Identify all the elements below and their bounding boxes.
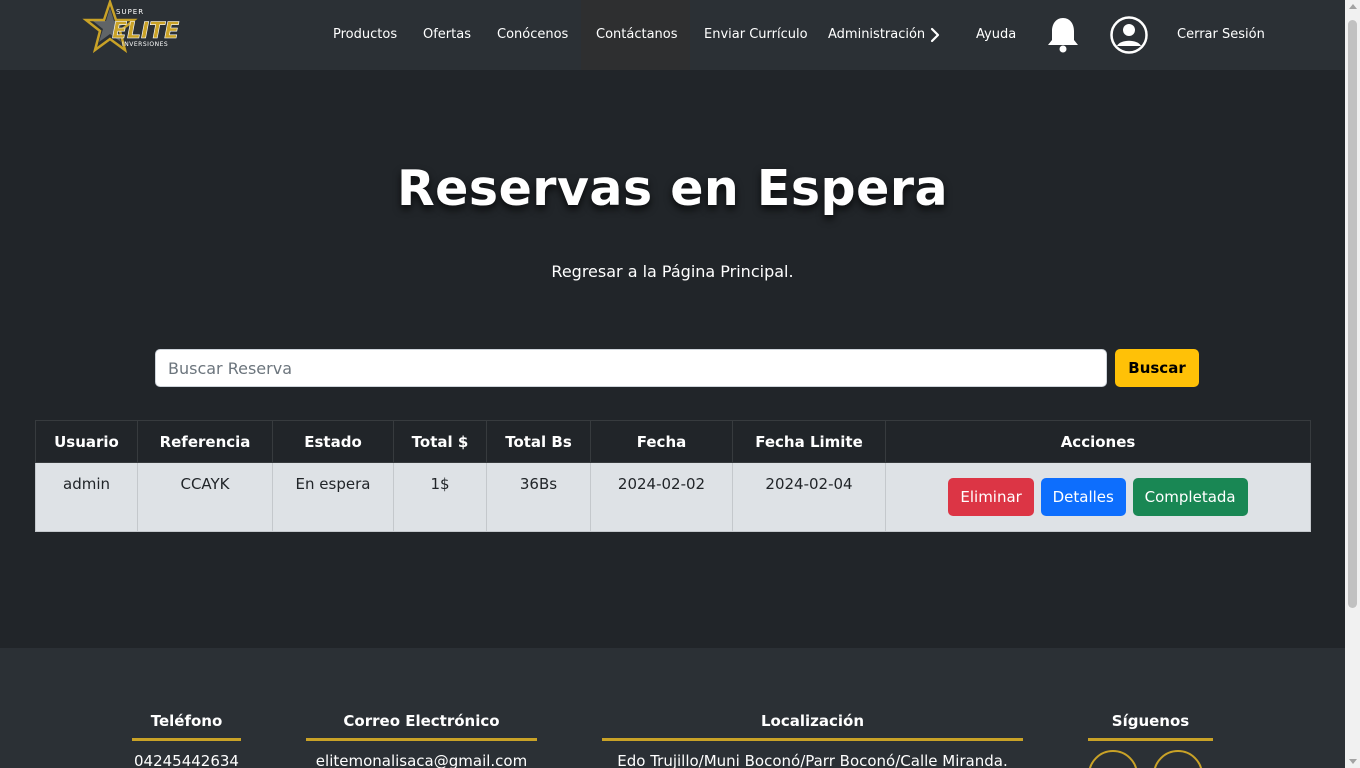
nav-contactanos[interactable]: Contáctanos	[581, 0, 690, 70]
col-acciones: Acciones	[885, 420, 1311, 463]
col-fecha: Fecha	[590, 420, 733, 463]
col-estado: Estado	[272, 420, 394, 463]
table-header-row: Usuario Referencia Estado Total $ Total …	[35, 420, 1311, 463]
footer-correo-heading: Correo Electrónico	[306, 709, 537, 741]
cell-acciones: Eliminar Detalles Completada	[885, 462, 1311, 532]
search-button[interactable]: Buscar	[1115, 349, 1199, 387]
nav-enviar-curriculo[interactable]: Enviar Currículo	[704, 0, 808, 70]
page-title: Reservas en Espera	[396, 160, 949, 217]
footer-localizacion-value: Edo Trujillo/Muni Boconó/Parr Boconó/Cal…	[617, 752, 1008, 768]
col-fecha-limite: Fecha Limite	[732, 420, 886, 463]
cell-usuario: admin	[35, 462, 138, 532]
instagram-icon[interactable]	[1153, 750, 1203, 768]
cell-referencia: CCAYK	[137, 462, 273, 532]
cell-total-bs: 36Bs	[486, 462, 591, 532]
footer-localizacion-heading: Localización	[602, 709, 1023, 741]
nav-cerrar-sesion[interactable]: Cerrar Sesión	[1177, 0, 1265, 70]
footer-telefono-heading: Teléfono	[132, 709, 241, 741]
cell-total-usd: 1$	[393, 462, 487, 532]
col-usuario: Usuario	[35, 420, 138, 463]
footer-correo-value[interactable]: elitemonalisaca@gmail.com	[306, 752, 537, 768]
navbar: SUPER ELITE INVERSIONES Productos Oferta…	[0, 0, 1345, 70]
svg-text:INVERSIONES: INVERSIONES	[122, 41, 168, 48]
table-row: admin CCAYK En espera 1$ 36Bs 2024-02-02…	[35, 462, 1311, 532]
page-scrollbar[interactable]	[1345, 0, 1360, 768]
nav-ayuda[interactable]: Ayuda	[976, 0, 1016, 70]
search-input[interactable]	[155, 349, 1107, 387]
scroll-down-arrow-icon[interactable]	[1349, 759, 1357, 764]
chevron-right-icon[interactable]	[928, 27, 942, 43]
footer-siguenos-heading: Síguenos	[1088, 709, 1213, 741]
scroll-thumb[interactable]	[1348, 20, 1357, 608]
brand-logo[interactable]: SUPER ELITE INVERSIONES	[72, 0, 204, 60]
cell-fecha: 2024-02-02	[590, 462, 733, 532]
detalles-button[interactable]: Detalles	[1040, 478, 1126, 516]
tiktok-icon[interactable]	[1088, 750, 1138, 768]
user-circle-icon[interactable]	[1109, 15, 1149, 55]
col-total-bs: Total Bs	[486, 420, 591, 463]
bell-icon[interactable]	[1045, 15, 1081, 55]
svg-text:SUPER: SUPER	[116, 8, 144, 16]
footer: Teléfono 04245442634 Correo Electrónico …	[0, 648, 1345, 768]
footer-telefono-value: 04245442634	[134, 752, 239, 768]
nav-conocenos[interactable]: Conócenos	[497, 0, 568, 70]
nav-ofertas[interactable]: Ofertas	[423, 0, 471, 70]
scroll-up-arrow-icon[interactable]	[1349, 4, 1357, 9]
back-to-home-link[interactable]: Regresar a la Página Principal.	[0, 262, 1345, 281]
nav-administracion[interactable]: Administración	[828, 0, 925, 70]
col-total-usd: Total $	[393, 420, 487, 463]
completada-button[interactable]: Completada	[1132, 478, 1248, 516]
nav-productos[interactable]: Productos	[333, 0, 397, 70]
cell-fecha-limite: 2024-02-04	[732, 462, 886, 532]
reservations-table: Usuario Referencia Estado Total $ Total …	[35, 420, 1311, 532]
eliminar-button[interactable]: Eliminar	[948, 478, 1034, 516]
cell-estado: En espera	[272, 462, 394, 532]
col-referencia: Referencia	[137, 420, 273, 463]
